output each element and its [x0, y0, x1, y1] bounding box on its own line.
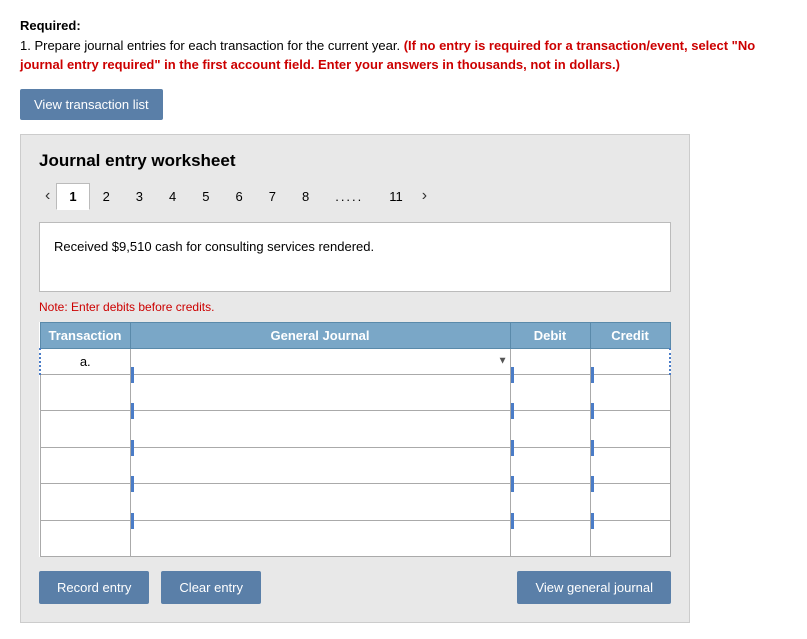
tab-dots: ..... — [322, 183, 376, 210]
credit-cell[interactable] — [590, 348, 670, 374]
transaction-cell — [40, 447, 130, 484]
credit-input[interactable] — [591, 349, 670, 374]
view-general-journal-button[interactable]: View general journal — [517, 571, 671, 604]
debit-input[interactable] — [511, 349, 590, 374]
worksheet-container: Journal entry worksheet ‹ 1 2 3 4 5 6 7 … — [20, 134, 690, 624]
clear-entry-button[interactable]: Clear entry — [161, 571, 261, 604]
tab-4[interactable]: 4 — [156, 183, 189, 210]
tab-11[interactable]: 11 — [376, 183, 416, 210]
general-journal-input[interactable] — [131, 529, 510, 565]
tab-1[interactable]: 1 — [56, 183, 89, 210]
description-text: Received $9,510 cash for consulting serv… — [54, 239, 374, 254]
tab-3[interactable]: 3 — [123, 183, 156, 210]
tab-prev-arrow[interactable]: ‹ — [39, 183, 56, 209]
transaction-cell — [40, 374, 130, 411]
transaction-cell — [40, 520, 130, 557]
tabs-row: ‹ 1 2 3 4 5 6 7 8 ..... 11 › — [39, 183, 671, 210]
general-journal-cell[interactable]: ▼ — [130, 348, 510, 374]
debit-cell[interactable] — [510, 374, 590, 411]
credit-cell[interactable] — [590, 374, 670, 411]
record-entry-button[interactable]: Record entry — [39, 571, 149, 604]
required-heading: Required: — [20, 18, 81, 33]
tab-5[interactable]: 5 — [189, 183, 222, 210]
general-journal-cell[interactable] — [130, 447, 510, 484]
debit-input[interactable] — [511, 456, 590, 492]
debit-cell[interactable] — [510, 348, 590, 374]
col-general-journal: General Journal — [130, 322, 510, 348]
general-journal-cell[interactable] — [130, 374, 510, 411]
tab-2[interactable]: 2 — [90, 183, 123, 210]
credit-input[interactable] — [591, 456, 670, 492]
journal-table: Transaction General Journal Debit Credit… — [39, 322, 671, 558]
debit-input[interactable] — [511, 419, 590, 455]
tab-8[interactable]: 8 — [289, 183, 322, 210]
debit-input[interactable] — [511, 492, 590, 528]
debit-input[interactable] — [511, 383, 590, 419]
buttons-row: Record entry Clear entry View general jo… — [39, 571, 671, 604]
credit-input[interactable] — [591, 492, 670, 528]
worksheet-title: Journal entry worksheet — [39, 151, 671, 171]
col-debit: Debit — [510, 322, 590, 348]
transaction-cell — [40, 411, 130, 448]
tab-next-arrow[interactable]: › — [416, 183, 433, 209]
description-box: Received $9,510 cash for consulting serv… — [39, 222, 671, 292]
debit-input[interactable] — [511, 529, 590, 565]
transaction-cell: a. — [40, 348, 130, 374]
general-journal-input[interactable] — [131, 349, 510, 374]
credit-input[interactable] — [591, 383, 670, 419]
col-transaction: Transaction — [40, 322, 130, 348]
credit-input[interactable] — [591, 419, 670, 455]
tab-6[interactable]: 6 — [223, 183, 256, 210]
general-journal-cell[interactable] — [130, 484, 510, 521]
tab-7[interactable]: 7 — [256, 183, 289, 210]
required-section: Required: 1. Prepare journal entries for… — [20, 16, 787, 75]
note-text: Note: Enter debits before credits. — [39, 300, 671, 314]
general-journal-cell[interactable] — [130, 520, 510, 557]
instruction-normal: 1. Prepare journal entries for each tran… — [20, 38, 404, 53]
col-credit: Credit — [590, 322, 670, 348]
view-transaction-list-button[interactable]: View transaction list — [20, 89, 163, 120]
general-journal-cell[interactable] — [130, 411, 510, 448]
transaction-cell — [40, 484, 130, 521]
credit-input[interactable] — [591, 529, 670, 565]
